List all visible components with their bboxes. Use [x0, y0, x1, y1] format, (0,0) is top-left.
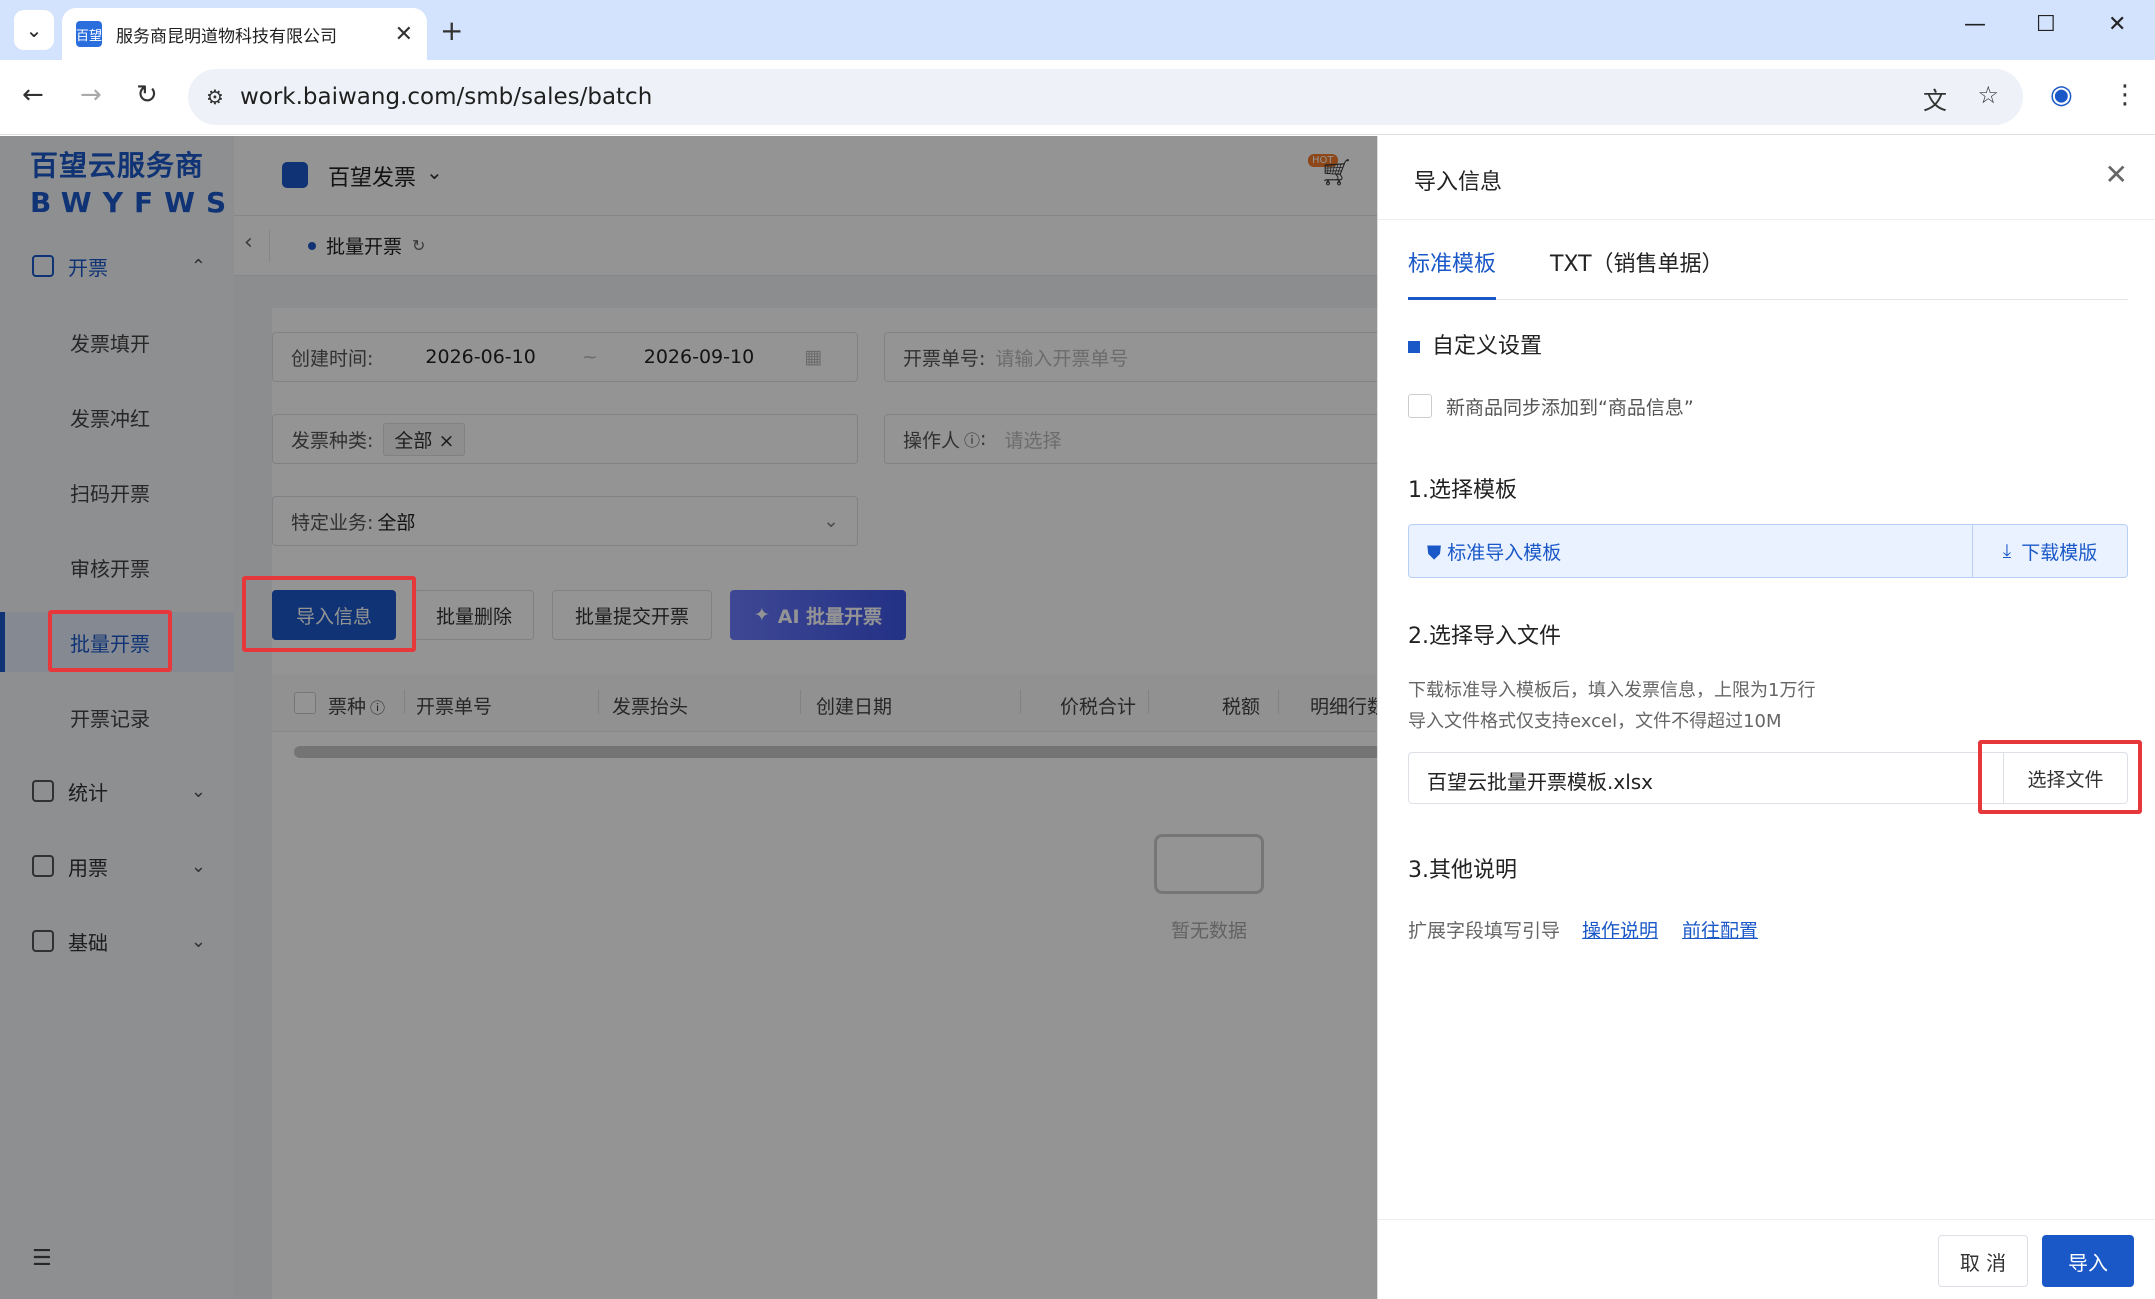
minimize-icon[interactable]: — [1964, 12, 1986, 37]
drawer-footer: 取 消 导入 [1378, 1219, 2155, 1299]
template-select[interactable]: ⛊ 标准导入模板 ⤓ 下载模版 [1408, 524, 2128, 578]
shield-icon: ⛊ [1427, 542, 1442, 564]
highlight-sidebar-batch [48, 610, 172, 672]
custom-settings-title: 自定义设置 [1408, 328, 1542, 360]
tab-search-button[interactable]: ⌄ [14, 10, 54, 50]
hint-line-1: 下载标准导入模板后，填入发票信息，上限为1万行 [1408, 680, 1816, 701]
highlight-choose-file [1978, 740, 2142, 814]
browser-toolbar: ← → ↻ ⚙ work.baiwang.com/smb/sales/batch… [0, 60, 2155, 135]
step1-title: 1.选择模板 [1408, 478, 1517, 503]
window-close-icon[interactable]: ✕ [2108, 12, 2126, 37]
favicon-icon: 百望 [76, 21, 102, 47]
section-marker [1408, 341, 1420, 353]
url-text: work.baiwang.com/smb/sales/batch [239, 84, 653, 110]
sync-product-checkbox[interactable] [1408, 394, 1432, 418]
cancel-button[interactable]: 取 消 [1938, 1235, 2028, 1287]
ops-guide-link[interactable]: 操作说明 [1582, 916, 1658, 943]
bookmark-star-icon[interactable]: ☆ [1977, 81, 1999, 109]
hint-line-2: 导入文件格式仅支持excel，文件不得超过10M [1408, 711, 1782, 732]
modal-overlay[interactable] [0, 136, 1377, 1299]
sync-product-label: 新商品同步添加到“商品信息” [1446, 397, 1694, 419]
tab-close-icon[interactable]: ✕ [395, 22, 413, 47]
template-name: 标准导入模板 [1447, 542, 1562, 564]
custom-settings-label: 自定义设置 [1432, 334, 1543, 359]
profile-icon[interactable]: ◉ [2050, 80, 2073, 110]
address-bar[interactable]: ⚙ work.baiwang.com/smb/sales/batch 文 ☆ [188, 69, 2023, 125]
browser-tab-bar: ⌄ 百望 服务商昆明道物科技有限公司 ✕ + — ☐ ✕ [0, 0, 2155, 60]
file-name: 百望云批量开票模板.xlsx [1427, 770, 1654, 794]
import-drawer: 导入信息 ✕ 标准模板 TXT（销售单据） 自定义设置 新商品同步添加到“商品信… [1377, 136, 2155, 1299]
drawer-title: 导入信息 [1414, 170, 1503, 195]
download-icon: ⤓ [2002, 540, 2012, 562]
tab-txt[interactable]: TXT（销售单据） [1550, 246, 1724, 300]
template-item[interactable]: ⛊ 标准导入模板 [1427, 538, 1561, 565]
chevron-down-icon: ⌄ [25, 18, 43, 42]
back-icon[interactable]: ← [22, 80, 44, 110]
ext-field-label: 扩展字段填写引导 [1408, 920, 1561, 942]
highlight-import-button [242, 576, 416, 652]
close-icon[interactable]: ✕ [2105, 158, 2128, 191]
maximize-icon[interactable]: ☐ [2036, 12, 2056, 37]
translate-icon[interactable]: 文 [1923, 81, 1947, 116]
forward-icon[interactable]: → [80, 80, 102, 110]
browser-tab[interactable]: 百望 服务商昆明道物科技有限公司 ✕ [62, 8, 427, 60]
reload-icon[interactable]: ↻ [136, 80, 158, 110]
import-confirm-button[interactable]: 导入 [2042, 1235, 2134, 1287]
download-template-button[interactable]: ⤓ 下载模版 [1972, 525, 2127, 577]
download-label: 下载模版 [2021, 541, 2098, 564]
site-info-icon[interactable]: ⚙ [206, 85, 224, 109]
drawer-header: 导入信息 ✕ [1378, 136, 2155, 220]
tab-standard-template[interactable]: 标准模板 [1408, 246, 1497, 300]
tab-title: 服务商昆明道物科技有限公司 [116, 26, 337, 47]
step2-title: 2.选择导入文件 [1408, 624, 1561, 649]
go-config-link[interactable]: 前往配置 [1682, 916, 1758, 943]
menu-dots-icon[interactable]: ⋮ [2112, 80, 2138, 110]
step3-title: 3.其他说明 [1408, 858, 1517, 883]
drawer-tabs: 标准模板 TXT（销售单据） [1408, 220, 2128, 300]
new-tab-icon[interactable]: + [440, 14, 463, 47]
